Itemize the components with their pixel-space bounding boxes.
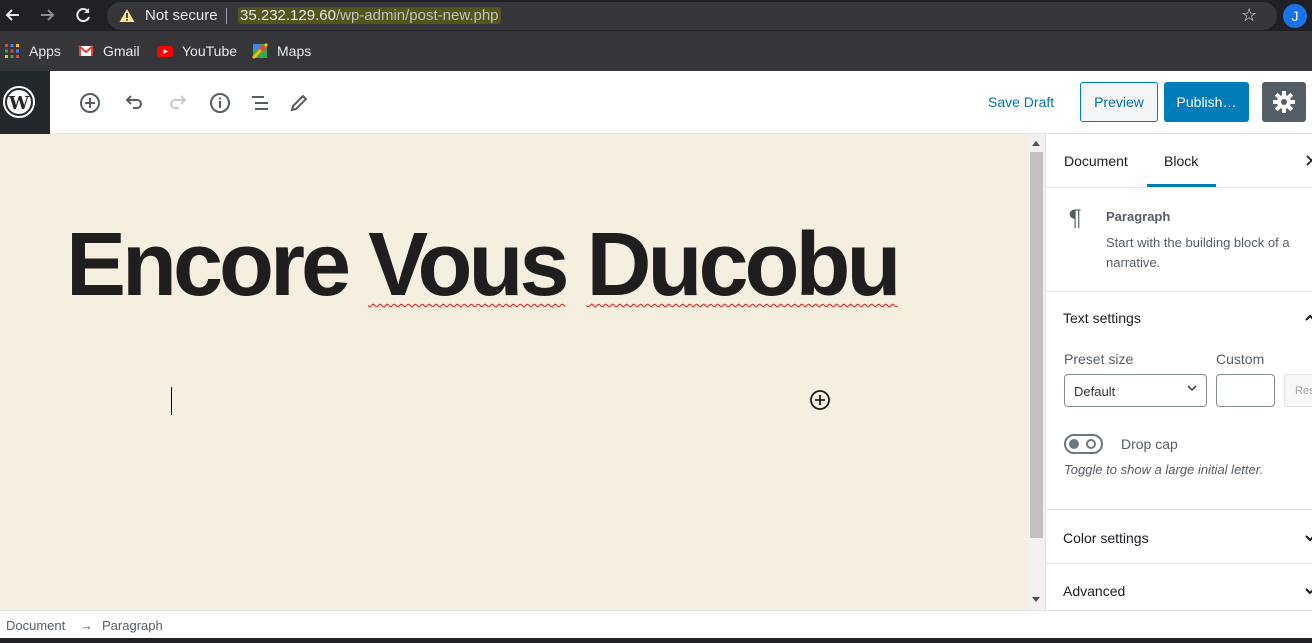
preset-size-select[interactable]: Default <box>1064 374 1207 407</box>
url-host: 35.232.129.60 <box>240 7 336 24</box>
security-label[interactable]: Not secure <box>145 7 218 24</box>
title-word: Vous <box>368 215 569 315</box>
chevron-up-icon[interactable] <box>1304 312 1312 326</box>
preset-size-value: Default <box>1074 384 1116 399</box>
drop-cap-help: Toggle to show a large initial letter. <box>1064 462 1264 477</box>
edit-pencil-icon[interactable] <box>287 91 311 115</box>
block-navigation-icon[interactable] <box>248 91 272 115</box>
settings-button[interactable] <box>1262 82 1306 122</box>
apps-grid-icon <box>5 44 19 58</box>
panel-divider <box>1046 563 1312 564</box>
gmail-icon <box>78 45 94 56</box>
breadcrumb-document[interactable]: Document <box>6 618 65 633</box>
block-description: Start with the building block of a narra… <box>1106 233 1312 273</box>
post-title[interactable]: Encore Vous Ducobu <box>66 220 901 310</box>
reload-icon[interactable] <box>72 4 94 26</box>
profile-avatar[interactable]: J <box>1283 4 1307 28</box>
sidebar-tabs: Document Block ✕ <box>1046 134 1312 188</box>
text-caret <box>171 387 172 415</box>
block-title: Paragraph <box>1106 209 1171 224</box>
back-arrow-icon[interactable] <box>2 4 24 26</box>
gear-icon <box>1273 91 1295 113</box>
preset-size-label: Preset size <box>1064 351 1134 367</box>
block-description-line: narrative. <box>1106 255 1161 270</box>
block-card: ¶ Paragraph Start with the building bloc… <box>1046 189 1312 292</box>
advanced-panel-toggle[interactable]: Advanced <box>1063 583 1125 599</box>
preview-button[interactable]: Preview <box>1080 82 1158 122</box>
browser-toolbar: Not secure 35.232.129.60/wp-admin/post-n… <box>0 0 1312 31</box>
color-settings-panel-toggle[interactable]: Color settings <box>1063 530 1149 546</box>
breadcrumb-paragraph[interactable]: Paragraph <box>102 618 163 633</box>
add-block-icon[interactable] <box>78 91 102 115</box>
omnibox-separator <box>226 8 227 24</box>
drop-cap-label[interactable]: Drop cap <box>1121 436 1178 452</box>
close-icon[interactable]: ✕ <box>1304 151 1312 172</box>
chevron-down-icon <box>1187 385 1197 392</box>
editor-scrollbar[interactable] <box>1028 134 1045 610</box>
tab-block[interactable]: Block <box>1164 153 1198 169</box>
chevron-down-icon[interactable] <box>1304 585 1312 599</box>
block-inserter-icon[interactable] <box>809 389 831 411</box>
info-icon[interactable] <box>208 91 232 115</box>
tab-document[interactable]: Document <box>1064 153 1128 169</box>
bookmark-label: Gmail <box>103 43 140 59</box>
url-text[interactable]: 35.232.129.60/wp-admin/post-new.php <box>238 7 501 24</box>
redo-icon[interactable] <box>166 91 190 115</box>
bookmark-gmail[interactable]: Gmail <box>78 42 140 60</box>
youtube-icon <box>157 46 173 57</box>
publish-button[interactable]: Publish… <box>1164 82 1249 122</box>
maps-icon <box>252 43 268 59</box>
title-word: Ducobu <box>586 215 902 315</box>
warning-icon <box>119 9 135 22</box>
bookmark-youtube[interactable]: YouTube <box>157 42 237 60</box>
bookmark-label: Apps <box>29 43 61 59</box>
bookmark-label: Maps <box>277 43 312 59</box>
scroll-down-arrow-icon[interactable] <box>1032 597 1040 602</box>
text-settings-panel-toggle[interactable]: Text settings <box>1063 310 1141 326</box>
toggle-knob <box>1069 439 1079 449</box>
editor-canvas[interactable]: Encore Vous Ducobu <box>0 134 1045 610</box>
toggle-off-indicator <box>1086 439 1096 449</box>
drop-cap-toggle[interactable] <box>1064 434 1103 454</box>
bookmark-apps[interactable]: Apps <box>4 42 61 60</box>
reset-button[interactable]: Reset <box>1284 374 1312 407</box>
settings-sidebar: Document Block ✕ ¶ Paragraph Start with … <box>1045 134 1312 610</box>
custom-size-input[interactable] <box>1216 374 1275 407</box>
title-word: Encore <box>66 215 351 315</box>
address-bar[interactable]: Not secure 35.232.129.60/wp-admin/post-n… <box>107 2 1277 30</box>
forward-arrow-icon[interactable] <box>36 4 58 26</box>
panel-divider <box>1046 509 1312 510</box>
window-bottom-edge <box>0 638 1312 643</box>
custom-size-label: Custom <box>1216 351 1265 367</box>
bookmark-maps[interactable]: Maps <box>252 42 311 60</box>
url-path: /wp-admin/post-new.php <box>335 7 499 24</box>
paragraph-icon: ¶ <box>1068 207 1082 232</box>
chevron-down-icon[interactable] <box>1304 532 1312 546</box>
block-breadcrumb: Document → Paragraph <box>0 610 1312 638</box>
bookmark-star-icon[interactable]: ☆ <box>1241 5 1257 26</box>
active-tab-indicator <box>1147 184 1216 187</box>
scroll-thumb[interactable] <box>1030 152 1043 538</box>
bookmark-label: YouTube <box>182 43 238 59</box>
svg-text:W: W <box>8 93 30 114</box>
editor-header: W Save Draft Preview Publish… <box>0 71 1312 134</box>
scroll-up-arrow-icon[interactable] <box>1032 141 1040 146</box>
wordpress-logo-icon[interactable]: W <box>0 71 50 134</box>
block-description-line: Start with the building block of a <box>1106 235 1290 250</box>
undo-icon[interactable] <box>122 91 146 115</box>
save-draft-button[interactable]: Save Draft <box>988 94 1054 110</box>
bookmarks-bar: Apps Gmail YouTube Maps <box>0 31 1312 71</box>
breadcrumb-arrow: → <box>80 618 93 633</box>
